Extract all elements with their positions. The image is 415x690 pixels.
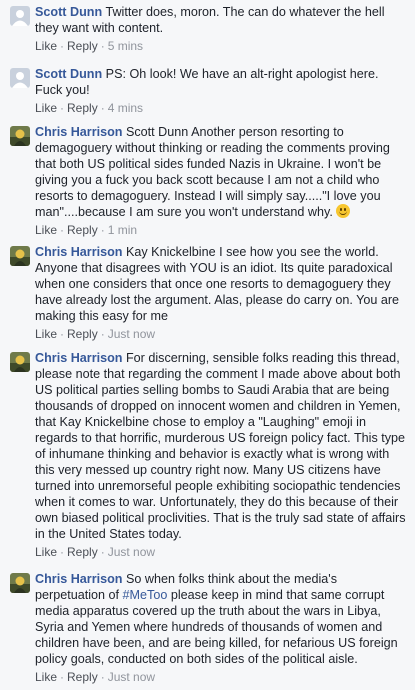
comment-text: Chris Harrison Scott Dunn Another person… (35, 124, 409, 220)
comment-author[interactable]: Scott Dunn (35, 5, 102, 19)
like-link[interactable]: Like (35, 101, 57, 115)
comment-timestamp[interactable]: 4 mins (108, 101, 143, 115)
comment-text: Scott Dunn Twitter does, moron. The can … (35, 4, 409, 36)
comment-author[interactable]: Chris Harrison (35, 572, 122, 586)
like-link[interactable]: Like (35, 39, 57, 53)
separator: · (60, 327, 65, 341)
like-link[interactable]: Like (35, 223, 57, 237)
comment-actions: Like · Reply · 4 mins (35, 100, 409, 116)
comment-timestamp[interactable]: Just now (108, 545, 155, 559)
comment-timestamp[interactable]: 5 mins (108, 39, 143, 53)
like-link[interactable]: Like (35, 327, 57, 341)
reply-link[interactable]: Reply (67, 670, 98, 684)
separator: · (100, 39, 105, 53)
comment-body: Scott Dunn Twitter does, moron. The can … (35, 4, 409, 54)
comment-text: Chris Harrison For discerning, sensible … (35, 350, 409, 542)
separator: · (60, 223, 65, 237)
comment-message: For discerning, sensible folks reading t… (35, 351, 406, 541)
comment-text: Chris Harrison So when folks think about… (35, 571, 409, 667)
separator: · (60, 545, 65, 559)
separator: · (60, 670, 65, 684)
separator: · (100, 327, 105, 341)
comment-timestamp[interactable]: Just now (108, 327, 155, 341)
separator: · (100, 101, 105, 115)
like-link[interactable]: Like (35, 545, 57, 559)
separator: · (100, 545, 105, 559)
comment-timestamp[interactable]: Just now (108, 670, 155, 684)
comment-body: Scott Dunn PS: Oh look! We have an alt-r… (35, 66, 409, 116)
comment-actions: Like · Reply · Just now (35, 544, 409, 560)
avatar[interactable] (10, 352, 30, 372)
avatar[interactable] (10, 573, 30, 593)
reply-link[interactable]: Reply (67, 545, 98, 559)
reply-link[interactable]: Reply (67, 223, 98, 237)
comment-author[interactable]: Chris Harrison (35, 245, 122, 259)
comment-actions: Like · Reply · Just now (35, 669, 409, 685)
hashtag-link[interactable]: #MeToo (123, 588, 168, 602)
separator: · (60, 39, 65, 53)
comment-body: Chris Harrison So when folks think about… (35, 571, 409, 685)
avatar[interactable] (10, 246, 30, 266)
avatar[interactable] (10, 6, 30, 26)
avatar[interactable] (10, 68, 30, 88)
like-link[interactable]: Like (35, 670, 57, 684)
comment-actions: Like · Reply · 1 min (35, 222, 409, 238)
comment-text: Chris Harrison Kay Knickelbine I see how… (35, 244, 409, 324)
avatar[interactable] (10, 126, 30, 146)
comment-timestamp[interactable]: 1 min (108, 223, 137, 237)
comment-body: Chris Harrison Kay Knickelbine I see how… (35, 244, 409, 342)
comment-author[interactable]: Chris Harrison (35, 125, 122, 139)
reply-link[interactable]: Reply (67, 39, 98, 53)
comment-actions: Like · Reply · 5 mins (35, 38, 409, 54)
smiley-face-emoji (335, 204, 350, 218)
comment-author[interactable]: Chris Harrison (35, 351, 122, 365)
comment-body: Chris Harrison For discerning, sensible … (35, 350, 409, 560)
comment-author[interactable]: Scott Dunn (35, 67, 102, 81)
separator: · (60, 101, 65, 115)
reply-link[interactable]: Reply (67, 101, 98, 115)
reply-link[interactable]: Reply (67, 327, 98, 341)
comment-body: Chris Harrison Scott Dunn Another person… (35, 124, 409, 238)
comment-message: Scott Dunn Another person resorting to d… (35, 125, 390, 219)
comment-text: Scott Dunn PS: Oh look! We have an alt-r… (35, 66, 409, 98)
separator: · (100, 223, 105, 237)
comment-actions: Like · Reply · Just now (35, 326, 409, 342)
separator: · (100, 670, 105, 684)
